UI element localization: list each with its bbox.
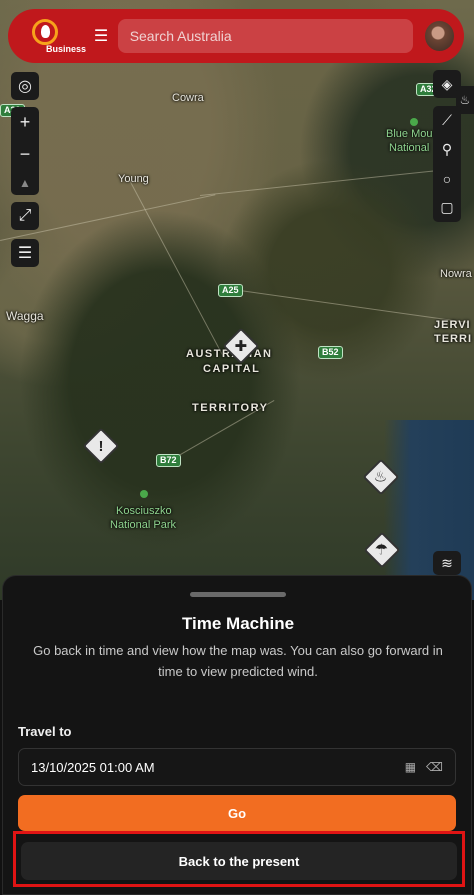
fire-icon: ♨ — [459, 93, 471, 107]
region-label: CAPITAL — [203, 363, 261, 375]
list-button[interactable]: ☰ — [11, 239, 39, 267]
wind-icon: ≋ — [441, 554, 453, 571]
fullscreen-icon: ⤢ — [18, 207, 32, 224]
zoom-controls: + − ▲ — [11, 107, 39, 195]
draw-circle-icon[interactable]: ○ — [443, 171, 451, 187]
go-button[interactable]: Go — [18, 795, 456, 831]
wind-button[interactable]: ≋ — [433, 551, 461, 575]
highlight-box: Back to the present — [13, 831, 465, 887]
search-input[interactable] — [117, 19, 413, 53]
place-label: Young — [118, 173, 149, 185]
park-icon — [410, 118, 418, 126]
header-bar: Business ☰ — [8, 9, 464, 63]
time-machine-panel: Time Machine Go back in time and view ho… — [2, 575, 472, 895]
back-to-present-button[interactable]: Back to the present — [21, 842, 457, 880]
minus-icon[interactable]: − — [20, 144, 31, 165]
logo-text: Business — [46, 44, 87, 54]
drag-handle[interactable] — [190, 592, 286, 597]
crosshair-icon: ◎ — [18, 78, 32, 95]
map-pin-icon[interactable]: ⚲ — [442, 141, 452, 158]
place-label: Wagga — [6, 309, 44, 323]
date-time-field[interactable]: 13/10/2025 01:00 AM ▦ ⌫ — [18, 748, 456, 786]
road-shield: A25 — [218, 284, 243, 297]
place-label: Blue Mour — [386, 128, 437, 140]
panel-title: Time Machine — [181, 614, 295, 633]
warning-icon: ! — [98, 437, 104, 455]
backspace-icon[interactable]: ⌫ — [426, 760, 443, 774]
region-label: TERRI — [434, 333, 472, 345]
draw-line-icon[interactable]: ⟋ — [442, 112, 452, 129]
layers-icon: ◈ — [441, 75, 453, 92]
locate-button[interactable]: ◎ — [11, 72, 39, 100]
date-time-value: 13/10/2025 01:00 AM — [31, 759, 155, 775]
region-label: TERRITORY — [192, 402, 269, 414]
place-label: Cowra — [172, 92, 204, 104]
place-label: Kosciuszko — [116, 505, 172, 517]
list-icon: ☰ — [17, 245, 33, 262]
draw-rect-icon[interactable]: ▢ — [440, 199, 453, 216]
road-shield: B52 — [318, 346, 343, 359]
road — [129, 180, 224, 358]
park-icon — [140, 490, 148, 498]
calendar-icon[interactable]: ▦ — [405, 760, 416, 774]
road — [200, 167, 459, 196]
travel-to-label: Travel to — [18, 724, 72, 739]
plus-icon[interactable]: + — [20, 112, 31, 133]
sea-area — [384, 420, 474, 600]
place-label: National — [389, 142, 430, 154]
storm-icon: ☂ — [375, 541, 389, 559]
incident-marker[interactable]: ! — [82, 427, 120, 465]
flame-logo-icon — [32, 19, 58, 45]
region-label: JERVI — [434, 319, 471, 331]
draw-tools: ⟋ ⚲ ○ ▢ — [433, 106, 461, 222]
menu-icon[interactable]: ☰ — [88, 23, 113, 49]
medical-icon: ✚ — [234, 337, 248, 355]
fire-icon: ♨ — [374, 468, 388, 486]
avatar[interactable] — [424, 21, 454, 51]
app-logo[interactable]: Business — [18, 13, 86, 59]
road-shield: B72 — [156, 454, 181, 467]
compass-icon[interactable]: ▲ — [19, 176, 31, 190]
place-label: Nowra — [440, 268, 472, 280]
map-view[interactable]: Cowra Young Wagga Blue Mour National Now… — [0, 0, 474, 600]
panel-description: Go back in time and view how the map was… — [33, 643, 443, 679]
place-label: National Park — [110, 519, 177, 531]
fullscreen-button[interactable]: ⤢ — [11, 202, 39, 230]
